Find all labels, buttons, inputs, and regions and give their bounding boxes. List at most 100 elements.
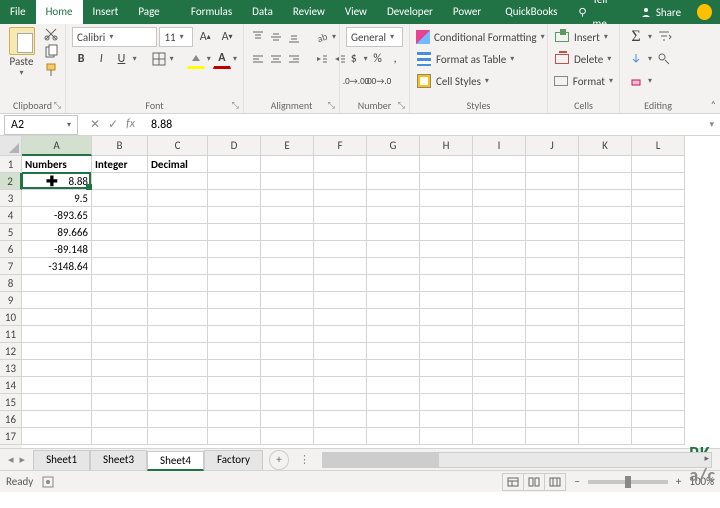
cell[interactable] <box>579 428 632 445</box>
cell[interactable] <box>22 360 92 377</box>
zoom-slider[interactable] <box>588 480 668 484</box>
comma-icon[interactable]: , <box>387 49 403 69</box>
format-as-table-button[interactable]: Format as Table▾ <box>416 48 541 70</box>
row-header[interactable]: 17 <box>0 428 22 445</box>
cell[interactable] <box>526 394 579 411</box>
sheet-nav-next-icon[interactable]: ▸ <box>20 453 26 466</box>
cell[interactable] <box>420 156 473 173</box>
cell[interactable] <box>473 258 526 275</box>
row-header[interactable]: 9 <box>0 292 22 309</box>
cell[interactable] <box>473 173 526 190</box>
cell[interactable]: 89.666 <box>22 224 92 241</box>
cell[interactable] <box>367 258 420 275</box>
cell[interactable] <box>148 343 208 360</box>
cell[interactable] <box>92 241 148 258</box>
cell[interactable] <box>208 275 261 292</box>
cell[interactable] <box>208 207 261 224</box>
cell[interactable] <box>92 377 148 394</box>
cell[interactable] <box>473 207 526 224</box>
fill-icon[interactable] <box>626 49 646 69</box>
decrease-font-icon[interactable]: A▾ <box>217 27 237 47</box>
row-header[interactable]: 12 <box>0 343 22 360</box>
cell[interactable] <box>208 156 261 173</box>
cell[interactable] <box>473 343 526 360</box>
cell[interactable] <box>208 377 261 394</box>
cell[interactable] <box>92 309 148 326</box>
cell[interactable] <box>420 224 473 241</box>
align-right-icon[interactable] <box>286 49 302 69</box>
cell[interactable] <box>22 292 92 309</box>
cell[interactable] <box>473 275 526 292</box>
cell[interactable] <box>420 343 473 360</box>
cell[interactable] <box>148 411 208 428</box>
cell[interactable] <box>367 411 420 428</box>
cell[interactable] <box>579 241 632 258</box>
cell[interactable]: Decimal <box>148 156 208 173</box>
cell[interactable] <box>92 173 148 190</box>
cell[interactable] <box>579 394 632 411</box>
cell[interactable] <box>208 190 261 207</box>
align-bottom-icon[interactable] <box>286 27 302 47</box>
cell[interactable]: Numbers <box>22 156 92 173</box>
align-center-icon[interactable] <box>268 49 284 69</box>
cell[interactable] <box>208 292 261 309</box>
cell[interactable] <box>473 360 526 377</box>
cell[interactable] <box>148 207 208 224</box>
cell[interactable] <box>92 190 148 207</box>
share-button[interactable]: Share <box>632 6 689 19</box>
column-header[interactable]: H <box>420 136 473 156</box>
align-middle-icon[interactable] <box>268 27 284 47</box>
cell[interactable] <box>367 190 420 207</box>
row-header[interactable]: 3 <box>0 190 22 207</box>
cell[interactable] <box>22 343 92 360</box>
cell[interactable] <box>526 360 579 377</box>
cell[interactable] <box>261 258 314 275</box>
cell[interactable] <box>148 394 208 411</box>
cell[interactable] <box>208 309 261 326</box>
cell[interactable] <box>526 292 579 309</box>
cell[interactable] <box>632 156 685 173</box>
cell[interactable] <box>22 326 92 343</box>
cell[interactable] <box>314 360 367 377</box>
alignment-dialog-icon[interactable]: ⤡ <box>328 100 335 111</box>
cell[interactable] <box>632 275 685 292</box>
cell[interactable] <box>579 190 632 207</box>
cell[interactable] <box>208 428 261 445</box>
row-header[interactable]: 5 <box>0 224 22 241</box>
cell[interactable] <box>420 428 473 445</box>
align-left-icon[interactable] <box>250 49 266 69</box>
cell[interactable] <box>632 309 685 326</box>
cell[interactable] <box>148 377 208 394</box>
cell[interactable] <box>314 309 367 326</box>
cell[interactable] <box>473 241 526 258</box>
column-header[interactable]: L <box>632 136 685 156</box>
cell[interactable] <box>473 156 526 173</box>
cell[interactable] <box>261 190 314 207</box>
cell[interactable] <box>92 411 148 428</box>
cell[interactable]: 9.5 <box>22 190 92 207</box>
row-header[interactable]: 4 <box>0 207 22 224</box>
cell[interactable] <box>420 258 473 275</box>
sheet-tab[interactable]: Factory <box>204 450 263 470</box>
cell[interactable] <box>420 377 473 394</box>
font-name-combo[interactable]: Calibri▾ <box>72 27 157 47</box>
cell[interactable] <box>148 326 208 343</box>
cell[interactable] <box>367 224 420 241</box>
cell[interactable] <box>632 377 685 394</box>
sort-filter-icon[interactable] <box>654 27 674 47</box>
delete-cells-button[interactable]: Delete▾ <box>554 48 613 70</box>
cell[interactable] <box>261 292 314 309</box>
cell[interactable] <box>632 292 685 309</box>
cell[interactable] <box>420 173 473 190</box>
cell[interactable] <box>420 190 473 207</box>
cell[interactable] <box>367 156 420 173</box>
find-select-icon[interactable] <box>654 49 674 69</box>
expand-formula-bar-icon[interactable]: ▾ <box>703 119 720 130</box>
cell[interactable] <box>314 156 367 173</box>
percent-icon[interactable]: % <box>370 49 386 69</box>
cell[interactable] <box>632 428 685 445</box>
ribbon-tab-home[interactable]: Home <box>36 0 83 24</box>
cell[interactable] <box>92 292 148 309</box>
cell[interactable] <box>208 258 261 275</box>
conditional-formatting-button[interactable]: Conditional Formatting▾ <box>416 26 541 48</box>
